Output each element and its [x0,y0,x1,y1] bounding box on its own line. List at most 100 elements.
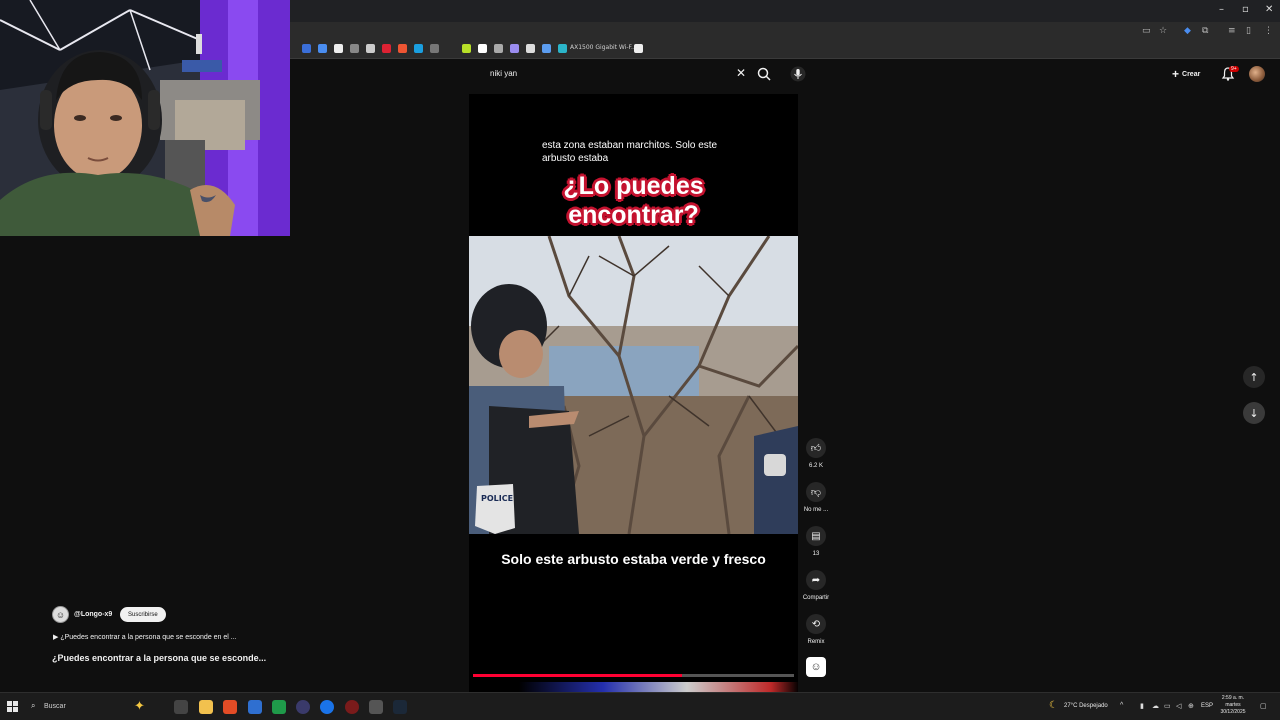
tray-icon[interactable]: ☁ [1152,702,1159,710]
extensions-puzzle-icon[interactable]: ⧉ [1202,26,1208,36]
progress-bar[interactable] [473,674,794,677]
app-icon[interactable] [248,700,262,714]
clock-time: 2:59 a. m. [1221,695,1245,701]
mic-icon [790,66,806,82]
webcam-overlay [0,0,290,236]
create-button[interactable]: + Crear [1172,66,1200,82]
bookmark-icon[interactable] [542,44,551,53]
bookmark-icon[interactable] [334,44,343,53]
clear-search-icon[interactable]: ✕ [736,66,746,80]
remix-label: Remix [807,639,825,645]
tray-icon[interactable]: ▮ [1140,702,1144,710]
obs-icon[interactable] [296,700,310,714]
dislike-label: No me ... [803,507,829,513]
cast-icon[interactable]: ▭ [1142,26,1151,36]
caption-text: esta zona estaban marchitos. Solo este a… [542,140,718,164]
network-icon[interactable]: ▭ [1164,702,1171,710]
next-short-button[interactable]: ↓ [1243,402,1265,424]
channel-avatar[interactable]: ☺ [52,606,69,623]
app-icon[interactable] [345,700,359,714]
remix-icon: ⟲ [811,618,821,630]
create-label: Crear [1182,70,1201,78]
shorts-player[interactable]: esta zona estaban marchitos. Solo este a… [469,94,798,692]
arrow-up-icon: ↑ [1249,370,1259,384]
task-view-icon[interactable] [174,700,188,714]
sound-avatar-icon: ☺ [810,661,822,673]
search-icon [757,67,771,81]
bookmark-icon[interactable] [350,44,359,53]
windows-taskbar: ⌕ Buscar ✦ ☾ 27°C Despejado ^ ▮ ☁ ▭ ◁ ⊕ … [0,692,1280,720]
menu-dots-icon[interactable]: ⋮ [1264,26,1273,36]
sound-thumbnail[interactable]: ☺ [806,657,826,677]
bookmark-icon[interactable] [414,44,423,53]
input-language[interactable]: ESP [1201,703,1213,709]
subscribe-button[interactable]: Suscribirse [120,607,166,622]
bookmark-icon[interactable] [366,44,375,53]
bookmark-icon[interactable] [302,44,311,53]
bookmark-icon[interactable] [382,44,391,53]
bottom-caption: Solo este arbusto estaba verde y fresco [501,551,766,567]
plus-icon: + [1172,67,1180,81]
search-button[interactable] [756,66,772,82]
bookmark-icon[interactable] [318,44,327,53]
video-title[interactable]: ¿Puedes encontrar a la persona que se es… [52,653,266,663]
webcam-feed [0,0,290,236]
spreadsheet-icon[interactable] [272,700,286,714]
bookmark-icon[interactable] [398,44,407,53]
bookmark-icon[interactable] [430,44,439,53]
bookmark-icon[interactable] [462,44,471,53]
media-icon[interactable]: ≡ [1228,26,1236,36]
progress-fill [473,674,682,677]
like-button[interactable]: 👍︎ [806,438,826,458]
settings-icon[interactable] [369,700,383,714]
extension-icon[interactable]: ◆ [1184,26,1191,36]
voice-search-button[interactable] [790,66,806,82]
bookmark-icon[interactable] [526,44,535,53]
bookmark-label[interactable]: AX1500 Gigabit Wi-F... [570,44,637,51]
share-button[interactable]: ➦ [806,570,826,590]
svg-text:POLICE: POLICE [481,494,513,503]
tray-icon[interactable]: ⊕ [1188,702,1194,710]
brave-browser-icon[interactable] [223,700,237,714]
description-line[interactable]: ▶ ¿Puedes encontrar a la persona que se … [53,633,237,641]
sidebar-icon[interactable]: ▯ [1246,26,1251,36]
restore-icon[interactable]: ▫ [1242,4,1249,15]
comments-count: 13 [812,551,820,557]
notification-center-icon[interactable]: ▢ [1260,702,1267,710]
bookmark-icon[interactable] [510,44,519,53]
comments-button[interactable]: ▤ [806,526,826,546]
volume-icon[interactable]: ◁ [1176,702,1181,710]
bookmark-icon[interactable] [494,44,503,53]
bookmark-icon[interactable] [558,44,567,53]
bookmark-icon[interactable] [634,44,643,53]
search-box[interactable]: niki yan ✕ [482,64,752,84]
start-icon[interactable] [7,701,18,712]
thumbs-down-icon: 👎︎ [810,487,822,498]
chrome-icon[interactable] [320,700,334,714]
headline-line: ¿Lo puedes [563,172,704,200]
bookmark-star-icon[interactable]: ☆ [1159,26,1167,36]
taskbar-search[interactable]: Buscar [44,703,66,710]
steam-icon[interactable] [393,700,407,714]
clock[interactable]: 2:59 a. m. martes 30/12/2025 [1216,695,1250,716]
tray-chevron-icon[interactable]: ^ [1120,702,1123,709]
previous-short-button[interactable]: ↑ [1243,366,1265,388]
remix-button[interactable]: ⟲ [806,614,826,634]
share-label: Compartir [802,595,830,601]
video-frame[interactable]: POLICE [469,236,798,534]
notification-badge: 9+ [1229,66,1239,72]
search-input[interactable]: niki yan [490,69,517,78]
file-explorer-icon[interactable] [199,700,213,714]
channel-name[interactable]: @Longo-x9 [74,611,112,618]
arrow-down-icon: ↓ [1249,406,1259,420]
video-headline: ¿Lo puedes encontrar? [469,172,798,230]
headline-line: encontrar? [568,201,699,229]
close-window-icon[interactable]: ✕ [1265,4,1273,15]
account-avatar[interactable] [1249,66,1265,82]
weather-status[interactable]: 27°C Despejado [1064,703,1108,709]
search-icon[interactable]: ⌕ [31,701,35,711]
bookmark-icon[interactable] [478,44,487,53]
dislike-button[interactable]: 👎︎ [806,482,826,502]
minimize-icon[interactable]: – [1219,4,1224,15]
copilot-sparkle-icon[interactable]: ✦ [134,698,145,714]
